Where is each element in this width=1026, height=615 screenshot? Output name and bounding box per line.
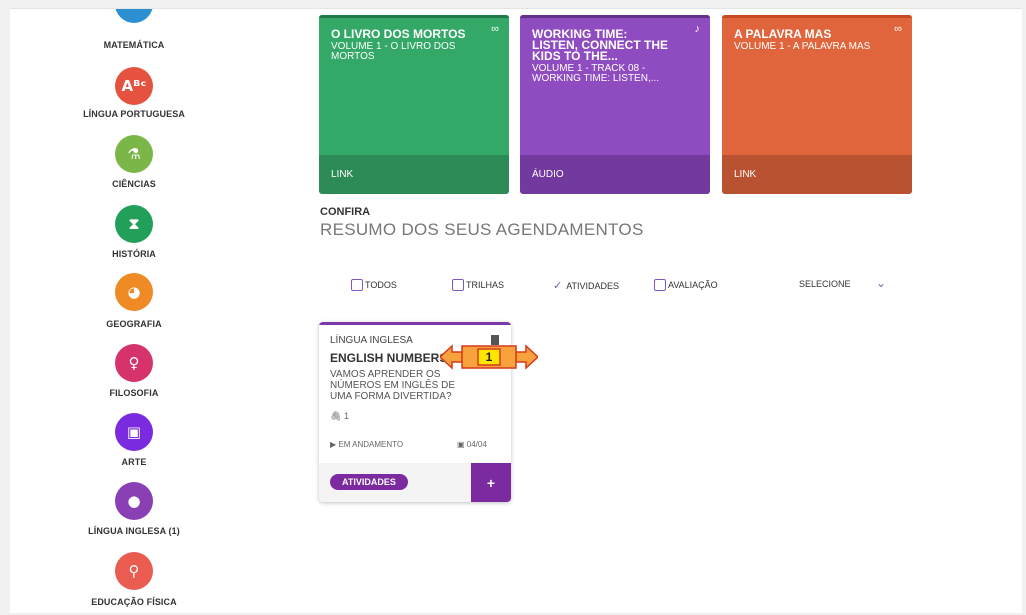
left-arrow-icon	[440, 344, 463, 370]
section-title: RESUMO DOS SEUS AGENDAMENTOS	[320, 220, 644, 239]
filter-todos-label: TODOS	[365, 280, 397, 290]
activity-date: ▣ 04/04	[457, 440, 487, 449]
picture-icon[interactable]: ▣	[115, 413, 153, 451]
chevron-down-icon[interactable]: ⌄	[876, 276, 886, 290]
sidebar-item-label[interactable]: GEOGRAFIA	[10, 319, 258, 329]
activity-name[interactable]: ENGLISH NUMBERS	[330, 351, 447, 365]
activity-footer: ATIVIDADES +	[319, 463, 511, 502]
filter-avaliacao-label: AVALIAÇÃO	[668, 280, 718, 290]
card-top-bar	[722, 15, 912, 18]
card-footer: LINK	[722, 155, 912, 194]
filter-atividades[interactable]: ✓ ATIVIDADES	[553, 279, 619, 292]
select-dropdown[interactable]: SELECIONE	[799, 279, 851, 289]
section-overline: CONFIRA	[320, 206, 371, 218]
card-title[interactable]: WORKING TIME: LISTEN, CONNECT THE KIDS T…	[532, 28, 672, 62]
music-note-icon: ♪	[694, 23, 701, 35]
card-title[interactable]: A PALAVRA MAS	[734, 28, 874, 40]
card-type-label: LINK	[734, 169, 757, 180]
card-type-label: LINK	[331, 169, 354, 180]
status-text: EM ANDAMENTO	[338, 440, 404, 449]
sidebar-item-label[interactable]: ARTE	[10, 457, 258, 467]
card-subtitle: VOLUME 1 - A PALAVRA MAS	[734, 41, 871, 52]
check-icon: ✓	[553, 280, 563, 292]
card-subtitle: VOLUME 1 - O LIVRO DOS MORTOS	[331, 41, 456, 62]
resource-card[interactable]: A PALAVRA MAS VOLUME 1 - A PALAVRA MAS ∞ LI…	[722, 15, 912, 194]
right-arrow-icon	[515, 344, 538, 370]
card-subtitle: VOLUME 1 - TRACK 08 - WORKING TIME: LIST…	[532, 63, 660, 84]
card-top-bar	[319, 15, 509, 18]
avaliacao-checkbox[interactable]	[654, 279, 666, 291]
card-footer: ÁUDIO	[520, 155, 710, 194]
numbers-icon[interactable]: ₁₂³	[115, 9, 153, 23]
paperclip-icon: 🖇	[330, 411, 344, 421]
link-icon: ∞	[491, 23, 499, 35]
todos-checkbox[interactable]	[351, 279, 363, 291]
card-top-bar	[520, 15, 710, 18]
attachment-number: 1	[343, 411, 349, 421]
annotation-number: 1	[486, 350, 493, 364]
date-text: 04/04	[466, 440, 487, 449]
alphabet-icon[interactable]: Aᴮᶜ	[115, 67, 153, 105]
filter-bar: TODOS TRILHAS ✓ ATIVIDADES AVALIAÇÃO SEL…	[10, 276, 1022, 293]
subject-sidebar: ₁₂³MATEMÁTICAAᴮᶜLÍNGUA PORTUGUESA⚗CIÊNCI…	[10, 9, 250, 613]
card-body: A PALAVRA MAS VOLUME 1 - A PALAVRA MAS ∞	[722, 15, 912, 155]
add-button[interactable]: +	[471, 463, 511, 502]
sidebar-item-label[interactable]: LÍNGUA PORTUGUESA	[10, 109, 258, 119]
select-label: SELECIONE	[799, 279, 851, 289]
resource-card[interactable]: O LIVRO DOS MORTOS VOLUME 1 - O LIVRO DOS…	[319, 15, 509, 194]
trilhas-checkbox[interactable]	[452, 279, 464, 291]
sidebar-item-label[interactable]: FILOSOFIA	[10, 388, 258, 398]
resource-card[interactable]: WORKING TIME: LISTEN, CONNECT THE KIDS T…	[520, 15, 710, 194]
filter-atividades-label: ATIVIDADES	[566, 280, 620, 291]
activity-subject: LÍNGUA INGLESA	[330, 335, 413, 346]
link-icon: ∞	[894, 23, 902, 35]
page-frame: ₁₂³ MATEMÁTICA Aᴮᶜ LÍNGUA PORTUGUESA ⚗ CIÊNCI…	[10, 8, 1022, 613]
activity-type-tag[interactable]: ATIVIDADES	[330, 474, 408, 490]
filter-todos[interactable]: TODOS	[351, 279, 397, 291]
calendar-icon: ▣	[457, 440, 467, 449]
card-type-label: ÁUDIO	[532, 169, 564, 180]
sidebar-item-label[interactable]: MATEMÁTICA	[10, 40, 258, 50]
lightbulb-icon[interactable]: ♀	[115, 344, 153, 382]
activity-status: ▶ EM ANDAMENTO	[330, 440, 403, 449]
card-footer: LINK	[319, 155, 509, 194]
filter-trilhas-label: TRILHAS	[466, 280, 505, 290]
runner-icon[interactable]: ⚲	[115, 552, 153, 590]
card-body: WORKING TIME: LISTEN, CONNECT THE KIDS T…	[520, 15, 710, 155]
attachment-count: 🖇 1	[330, 411, 349, 422]
sidebar-item-label[interactable]: CIÊNCIAS	[10, 179, 258, 189]
annotation-marker: 1	[440, 344, 538, 370]
card-top-bar	[319, 322, 511, 325]
filter-trilhas[interactable]: TRILHAS	[452, 279, 504, 291]
card-title[interactable]: O LIVRO DOS MORTOS	[331, 28, 471, 40]
hourglass-icon[interactable]: ⧗	[115, 205, 153, 243]
chat-icon[interactable]: ●	[115, 482, 153, 520]
sidebar-item-label[interactable]: LÍNGUA INGLESA (1)	[10, 526, 258, 536]
flask-icon[interactable]: ⚗	[115, 135, 153, 173]
activity-description: VAMOS APRENDER OS NÚMEROS EM INGLÊS DE U…	[330, 369, 456, 402]
sidebar-item-label[interactable]: EDUCAÇÃO FÍSICA	[10, 597, 258, 607]
card-body: O LIVRO DOS MORTOS VOLUME 1 - O LIVRO DOS…	[319, 15, 509, 155]
filter-avaliacao[interactable]: AVALIAÇÃO	[654, 279, 718, 291]
sidebar-item-label[interactable]: HISTÓRIA	[10, 249, 258, 259]
